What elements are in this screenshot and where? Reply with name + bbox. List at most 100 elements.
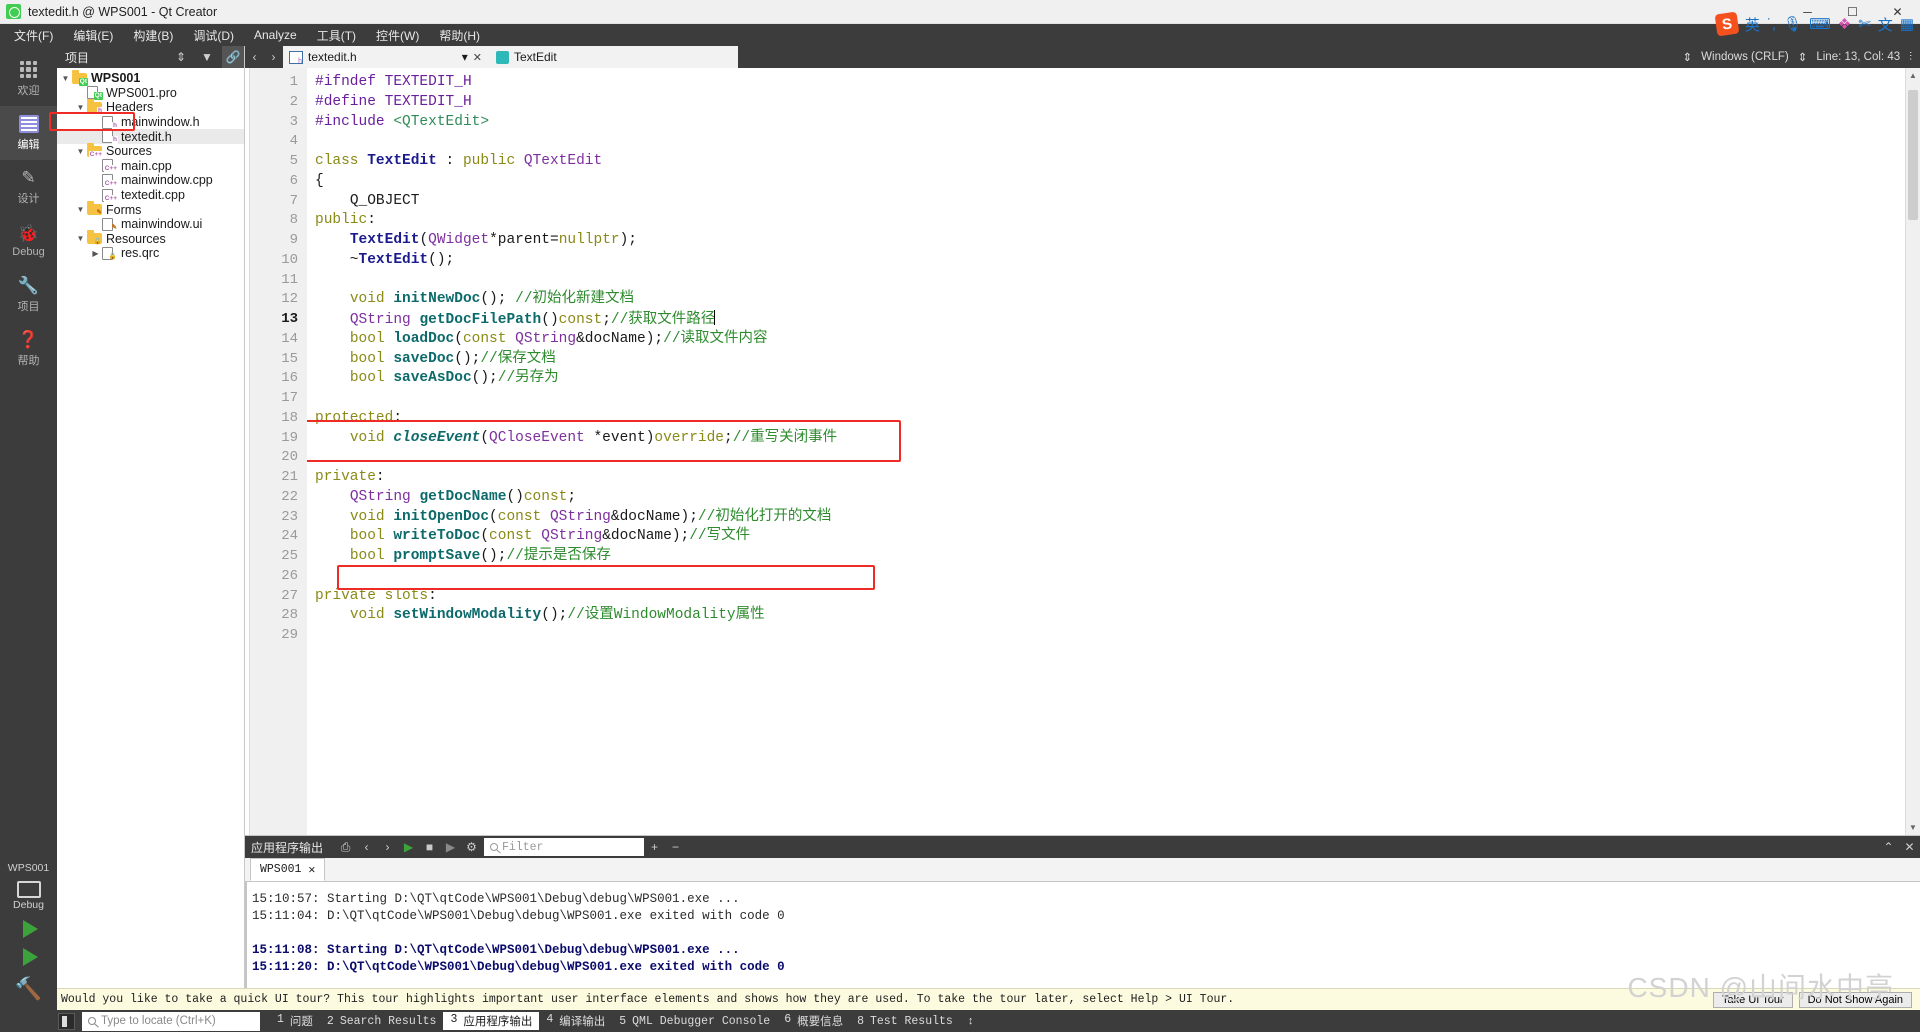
code-line-21: private: <box>315 469 385 485</box>
tree-item-wps001[interactable]: ▼ Qt WPS001 <box>57 71 244 86</box>
take-ui-tour-button[interactable]: Take UI Tour <box>1713 991 1793 1008</box>
scroll-down-arrow-icon[interactable]: ▼ <box>1906 820 1920 835</box>
menu-tools[interactable]: 工具(T) <box>307 25 366 46</box>
tree-item-mainwindow-ui[interactable]: ✎ mainwindow.ui <box>57 217 244 232</box>
menu-edit[interactable]: 编辑(E) <box>63 25 123 46</box>
menu-analyze[interactable]: Analyze <box>244 26 307 44</box>
ime-punctuation-icon[interactable]: ˙, <box>1767 16 1776 33</box>
h-file-icon: h <box>102 115 118 130</box>
toolbox-icon[interactable]: ▦ <box>1900 15 1914 33</box>
sidebar-toggle-button[interactable] <box>58 1012 75 1030</box>
output-attach-icon[interactable]: ⎙ <box>335 836 356 858</box>
debug-button-icon[interactable] <box>23 948 38 966</box>
chevron-down-icon[interactable]: ▼ <box>74 147 87 156</box>
menu-file[interactable]: 文件(F) <box>4 25 63 46</box>
tree-item-res-qrc[interactable]: ▶ 🔒 res.qrc <box>57 246 244 261</box>
pencil-icon: ✎ <box>21 167 36 187</box>
status-pane-3[interactable]: 3 应用程序输出 <box>443 1012 540 1030</box>
output-filter-input[interactable]: Filter <box>484 838 645 856</box>
status-pane-6[interactable]: 6 概要信息 <box>777 1012 850 1030</box>
sort-toggle-icon[interactable]: ⇕ <box>170 46 192 68</box>
scrollbar-thumb[interactable] <box>1908 90 1918 220</box>
line-number-20: 20 <box>281 449 298 466</box>
output-tab-wps001[interactable]: WPS001 ✕ <box>250 858 326 881</box>
sogou-ime-logo-icon[interactable]: S <box>1714 11 1740 37</box>
do-not-show-again-button[interactable]: Do Not Show Again <box>1798 991 1912 1008</box>
tree-item-sources[interactable]: ▼ C++ Sources <box>57 144 244 159</box>
split-editor-icon[interactable]: ⇕ <box>1683 50 1693 64</box>
project-tree[interactable]: ▼ Qt WPS001 Qt WPS001.pro ▼ h Headers h mainwindo… <box>57 68 244 1010</box>
chevron-down-icon[interactable]: ▼ <box>74 234 87 243</box>
chevron-down-icon[interactable]: ▼ <box>59 74 72 83</box>
symbol-name: TextEdit <box>514 50 557 64</box>
editor-toolbar-overflow-icon[interactable]: ⫶ <box>1909 51 1912 64</box>
mode-help[interactable]: ❓ 帮助 <box>0 322 57 376</box>
nav-forward-button[interactable]: › <box>264 46 283 68</box>
translate-icon[interactable]: 文 <box>1878 14 1893 35</box>
ime-language-label[interactable]: 英 <box>1745 14 1760 35</box>
status-pane-8[interactable]: 8 Test Results <box>850 1014 960 1029</box>
locator-input[interactable]: Type to locate (Ctrl+K) <box>82 1011 260 1031</box>
menu-build[interactable]: 构建(B) <box>123 25 183 46</box>
tree-item-headers[interactable]: ▼ h Headers <box>57 100 244 115</box>
output-stop-icon[interactable]: ■ <box>419 836 440 858</box>
run-button-icon[interactable] <box>23 920 38 938</box>
chevron-right-icon[interactable]: ▶ <box>89 249 102 258</box>
filter-icon[interactable]: ▼ <box>196 46 218 68</box>
status-pane-4[interactable]: 4 编译输出 <box>539 1012 612 1030</box>
tree-item-mainwindow-h[interactable]: h mainwindow.h <box>57 115 244 130</box>
nav-back-button[interactable]: ‹ <box>245 46 264 68</box>
output-prev-icon[interactable]: ‹ <box>356 836 377 858</box>
status-pane-5[interactable]: 5 QML Debugger Console <box>612 1014 777 1029</box>
chevron-down-icon[interactable]: ▾ <box>462 50 468 64</box>
output-rerun-icon[interactable]: ▶ <box>440 836 461 858</box>
mode-projects[interactable]: 🔧 项目 <box>0 268 57 322</box>
emoji-icon[interactable]: ❖ <box>1838 15 1851 33</box>
editor-tab-close-icon[interactable]: ✕ <box>473 51 482 64</box>
cursor-position-label[interactable]: Line: 13, Col: 43 <box>1816 51 1900 63</box>
output-tab-close-icon[interactable]: ✕ <box>308 862 315 877</box>
output-next-icon[interactable]: › <box>377 836 398 858</box>
tree-item-main-cpp[interactable]: C++ main.cpp <box>57 159 244 174</box>
output-pane-resize-icon[interactable]: ↕ <box>968 1015 974 1027</box>
output-zoom-out-icon[interactable]: − <box>665 836 686 858</box>
tree-item-wps001-pro[interactable]: Qt WPS001.pro <box>57 86 244 101</box>
output-maximize-icon[interactable]: ⌃ <box>1878 836 1899 858</box>
menu-help[interactable]: 帮助(H) <box>429 25 490 46</box>
code-text-area[interactable]: #ifndef TEXTEDIT_H #define TEXTEDIT_H #inc… <box>307 68 1905 835</box>
code-editor[interactable]: 12345▼6789101112131415161718192021222324… <box>245 68 1920 835</box>
mode-debug[interactable]: 🐞 Debug <box>0 214 57 268</box>
tree-item-textedit-cpp[interactable]: C++ textedit.cpp <box>57 188 244 203</box>
encoding-chevron-icon[interactable]: ⇕ <box>1798 50 1808 64</box>
keyboard-icon[interactable]: ⌨ <box>1809 15 1831 33</box>
tree-item-textedit-h[interactable]: h textedit.h <box>57 129 244 145</box>
menu-debug[interactable]: 调试(D) <box>183 25 244 46</box>
sync-link-icon[interactable]: 🔗 <box>222 46 244 68</box>
status-pane-1[interactable]: 1 问题 <box>270 1012 320 1030</box>
microphone-icon[interactable]: 🎙 <box>1783 15 1802 33</box>
mode-edit[interactable]: 编辑 <box>0 106 57 160</box>
target-selector-icon[interactable] <box>16 881 41 898</box>
build-hammer-icon[interactable]: 🔨 <box>15 976 42 1002</box>
editor-tab-textedit-h[interactable]: textedit.h ▾ ✕ <box>283 46 488 68</box>
scroll-up-arrow-icon[interactable]: ▲ <box>1906 68 1920 83</box>
tree-item-resources[interactable]: ▼ 🔒 Resources <box>57 232 244 247</box>
mode-welcome[interactable]: 欢迎 <box>0 52 57 106</box>
output-run-icon[interactable]: ▶ <box>398 836 419 858</box>
scissors-icon[interactable]: ✄ <box>1858 15 1871 33</box>
chevron-down-icon[interactable]: ▼ <box>74 103 87 112</box>
status-pane-label: Test Results <box>870 1014 953 1028</box>
status-pane-number: 8 <box>857 1014 864 1028</box>
status-pane-2[interactable]: 2 Search Results <box>320 1014 444 1029</box>
output-settings-gear-icon[interactable]: ⚙ <box>461 836 482 858</box>
symbol-selector[interactable]: TextEdit <box>488 46 738 68</box>
output-close-icon[interactable]: ✕ <box>1899 836 1920 858</box>
tree-item-mainwindow-cpp[interactable]: C++ mainwindow.cpp <box>57 173 244 188</box>
mode-design[interactable]: ✎ 设计 <box>0 160 57 214</box>
line-ending-label[interactable]: Windows (CRLF) <box>1701 51 1789 63</box>
tree-item-forms[interactable]: ▼ ✎ Forms <box>57 202 244 217</box>
output-zoom-in-icon[interactable]: + <box>644 836 665 858</box>
chevron-down-icon[interactable]: ▼ <box>74 205 87 214</box>
editor-vertical-scrollbar[interactable]: ▲ ▼ <box>1905 68 1920 835</box>
menu-window[interactable]: 控件(W) <box>366 25 429 46</box>
